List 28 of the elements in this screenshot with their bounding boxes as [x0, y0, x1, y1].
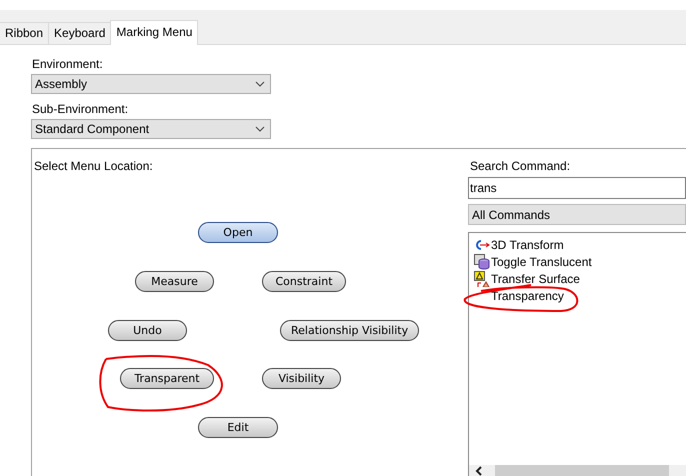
environment-dropdown[interactable]: Assembly — [31, 74, 271, 94]
marking-menu-button[interactable]: Open — [198, 222, 278, 243]
category-dropdown[interactable]: All Commands — [468, 204, 686, 225]
environment-label: Environment: — [32, 57, 104, 71]
menu-location-label: Select Menu Location: — [34, 159, 154, 173]
sub-environment-label: Sub-Environment: — [32, 102, 130, 116]
marking-menu-button[interactable]: Transparent — [120, 368, 214, 389]
command-item[interactable]: 3D Transform — [491, 238, 564, 252]
marking-menu-button[interactable]: Constraint — [262, 271, 346, 292]
marking-menu-button[interactable]: Measure — [135, 271, 214, 292]
command-item[interactable]: Toggle Translucent — [491, 254, 592, 268]
chevron-down-icon — [255, 81, 265, 87]
marking-menu-button[interactable]: Edit — [198, 417, 278, 438]
warning-surface-icon — [474, 270, 490, 286]
chevron-down-icon — [255, 126, 265, 132]
marking-menu-button[interactable]: Relationship Visibility — [280, 320, 420, 341]
sub-environment-dropdown[interactable]: Standard Component — [31, 119, 271, 139]
horizontal-scrollbar[interactable] — [469, 465, 686, 476]
chevron-left-icon[interactable] — [475, 466, 483, 476]
cylinder-icon — [474, 254, 490, 270]
marking-menu-button[interactable]: Undo — [108, 320, 187, 341]
command-item[interactable]: Transparency — [491, 288, 564, 302]
tab[interactable]: Marking Menu — [110, 20, 198, 45]
rotate-arrow-icon — [474, 238, 490, 252]
search-label: Search Command: — [470, 159, 572, 173]
command-item[interactable]: Transfer Surface — [491, 272, 580, 286]
marking-menu-button[interactable]: Visibility — [262, 368, 341, 389]
search-field[interactable]: trans — [468, 177, 686, 199]
